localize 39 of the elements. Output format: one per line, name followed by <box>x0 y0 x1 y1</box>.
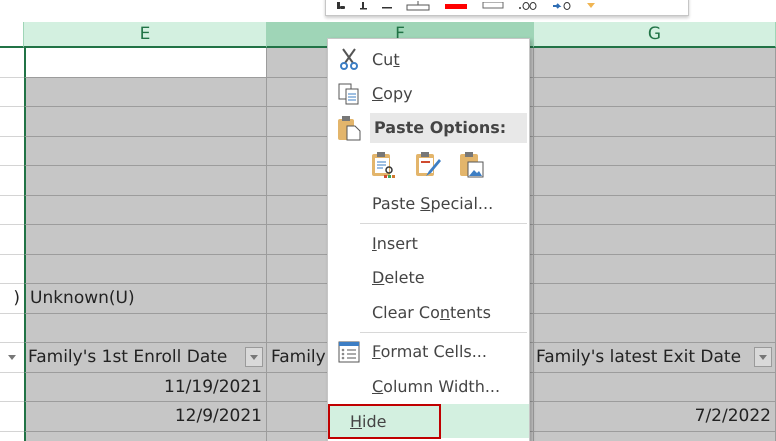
column-header[interactable]: E <box>24 22 267 48</box>
merge-icon[interactable] <box>482 2 504 10</box>
clipboard-icon <box>337 114 361 141</box>
menu-item[interactable]: Paste Special... <box>328 186 529 221</box>
menu-item[interactable]: Clear Contents <box>328 294 529 330</box>
column-header-text: Family's 1st Enroll Date <box>28 347 228 368</box>
menu-item[interactable]: Format Cells... <box>328 334 529 370</box>
caret-icon <box>250 354 258 360</box>
cell-text: 7/2/2022 <box>694 406 771 426</box>
caret-icon <box>759 354 767 360</box>
column-header[interactable] <box>0 22 24 48</box>
cell-text: 12/9/2021 <box>174 406 262 426</box>
cell-text: Unknown(U) <box>30 288 135 308</box>
format-list-icon <box>338 340 360 363</box>
filter-dropdown[interactable] <box>754 347 772 368</box>
menu-item[interactable]: Insert <box>328 226 529 260</box>
column-header-text: Family's latest Exit Date <box>536 347 742 368</box>
paste-option-button[interactable] <box>371 151 397 180</box>
fill-color-icon[interactable] <box>586 2 596 10</box>
cell-text: ) <box>13 288 20 308</box>
menu-item[interactable]: Copy <box>328 76 529 112</box>
font-color-icon[interactable] <box>444 2 468 10</box>
increase-decimal-icon[interactable] <box>518 2 538 10</box>
paste-picture-icon <box>459 151 485 180</box>
cell-text: Family <box>271 347 326 368</box>
border-icon[interactable] <box>406 1 430 11</box>
decrease-decimal-icon[interactable] <box>552 2 572 10</box>
menu-item[interactable]: Column Width... <box>328 369 529 404</box>
caret-icon <box>8 354 16 360</box>
menu-item[interactable]: Hide <box>328 404 441 439</box>
scissors-icon <box>339 48 359 70</box>
column-header[interactable]: G <box>534 22 776 48</box>
cell-text: 11/19/2021 <box>164 376 262 397</box>
menu-item[interactable]: Delete <box>328 260 529 295</box>
copy-icon <box>338 82 360 105</box>
paste-text-icon <box>371 151 397 180</box>
paste-option-button[interactable] <box>459 151 485 180</box>
paste-options-heading: Paste Options: <box>370 112 527 143</box>
filter-dropdown[interactable] <box>245 347 263 368</box>
